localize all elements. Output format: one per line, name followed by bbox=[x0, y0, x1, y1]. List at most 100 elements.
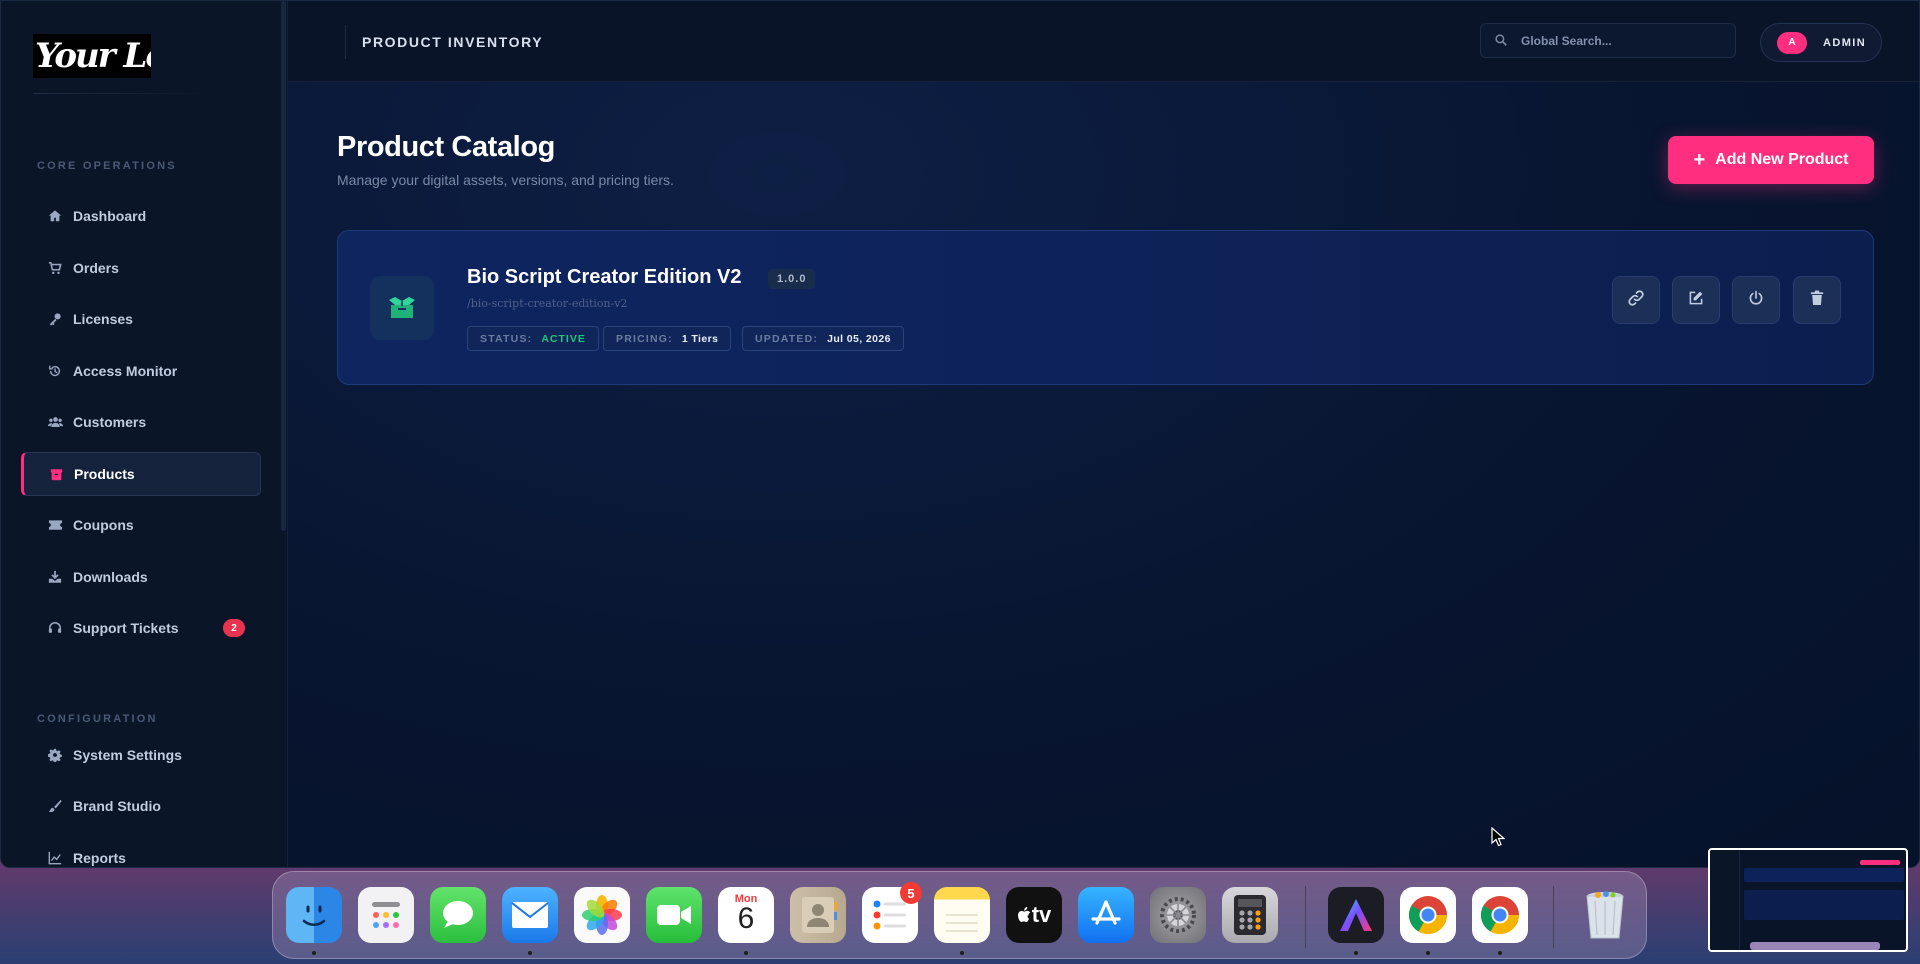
facetime-icon[interactable] bbox=[646, 887, 702, 943]
app-window: Your Logo CORE OPERATIONS Dashboard Orde… bbox=[0, 0, 1920, 868]
notes-icon[interactable] bbox=[934, 887, 990, 943]
sidebar-item-products[interactable]: Products bbox=[21, 452, 261, 496]
chart-line-icon bbox=[47, 850, 63, 866]
headset-icon bbox=[47, 620, 63, 636]
sidebar-item-brand-studio[interactable]: Brand Studio bbox=[21, 784, 261, 828]
product-name[interactable]: Bio Script Creator Edition V2 bbox=[467, 266, 741, 289]
status-badge: ACTIVE bbox=[541, 332, 586, 345]
sidebar-item-support-tickets[interactable]: Support Tickets 2 bbox=[21, 606, 261, 650]
user-name: ADMIN bbox=[1823, 36, 1867, 49]
contacts-icon[interactable] bbox=[790, 887, 846, 943]
download-icon bbox=[47, 569, 63, 585]
history-icon bbox=[47, 363, 63, 379]
gear-icon bbox=[47, 747, 63, 763]
avatar: A bbox=[1777, 31, 1807, 54]
delete-button[interactable] bbox=[1793, 276, 1841, 324]
dock-separator bbox=[1553, 886, 1554, 948]
pricing-label: PRICING: bbox=[616, 332, 673, 345]
edit-button[interactable] bbox=[1672, 276, 1720, 324]
sidebar-item-label: Products bbox=[74, 466, 135, 482]
topbar-divider bbox=[345, 25, 346, 59]
product-slug: /bio-script-creator-edition-v2 bbox=[467, 297, 628, 310]
app-store-icon[interactable] bbox=[1078, 887, 1134, 943]
brush-icon bbox=[47, 798, 63, 814]
ticket-icon bbox=[47, 517, 63, 533]
calendar-icon[interactable]: Mon 6 bbox=[718, 887, 774, 943]
section-label-core: CORE OPERATIONS bbox=[37, 160, 177, 172]
sidebar-item-label: System Settings bbox=[73, 747, 182, 763]
home-icon bbox=[47, 208, 63, 224]
status-pill: STATUS: ACTIVE bbox=[467, 326, 599, 351]
page-heading: PRODUCT INVENTORY bbox=[362, 34, 544, 50]
system-settings-icon[interactable] bbox=[1150, 887, 1206, 943]
sidebar-item-licenses[interactable]: Licenses bbox=[21, 297, 261, 341]
apple-tv-label: tv bbox=[1031, 902, 1052, 927]
reminders-icon[interactable]: 5 bbox=[862, 882, 922, 943]
trash-icon bbox=[1810, 290, 1824, 311]
global-search[interactable] bbox=[1480, 23, 1736, 58]
plus-icon: + bbox=[1693, 149, 1706, 171]
pricing-value: 1 Tiers bbox=[681, 332, 719, 345]
affinity-icon[interactable] bbox=[1328, 887, 1384, 943]
sidebar-item-label: Licenses bbox=[73, 311, 133, 327]
sidebar-item-reports[interactable]: Reports bbox=[21, 836, 261, 867]
mouse-cursor-icon bbox=[1491, 826, 1506, 852]
trash-icon[interactable] bbox=[1577, 887, 1633, 943]
support-tickets-badge: 2 bbox=[223, 619, 245, 637]
link-icon bbox=[1627, 289, 1645, 312]
finder-icon[interactable] bbox=[286, 887, 342, 943]
sidebar-item-dashboard[interactable]: Dashboard bbox=[21, 194, 261, 238]
chrome-icon[interactable] bbox=[1400, 887, 1456, 943]
logo[interactable]: Your Logo bbox=[33, 34, 151, 78]
sidebar-item-label: Access Monitor bbox=[73, 363, 178, 379]
dock-running-indicator bbox=[1354, 951, 1358, 955]
version-badge: 1.0.0 bbox=[768, 269, 816, 289]
sidebar-item-downloads[interactable]: Downloads bbox=[21, 555, 261, 599]
sidebar-item-orders[interactable]: Orders bbox=[21, 246, 261, 290]
search-input[interactable] bbox=[1521, 33, 1721, 48]
sidebar-item-label: Customers bbox=[73, 414, 147, 430]
page-title: Product Catalog bbox=[337, 131, 555, 163]
section-label-configuration: CONFIGURATION bbox=[37, 713, 158, 725]
photos-icon[interactable] bbox=[574, 887, 630, 943]
copy-link-button[interactable] bbox=[1612, 276, 1660, 324]
sidebar-item-system-settings[interactable]: System Settings bbox=[21, 733, 261, 777]
sidebar-item-customers[interactable]: Customers bbox=[21, 400, 261, 444]
apple-tv-icon[interactable]: tv bbox=[1006, 887, 1062, 943]
sidebar-item-label: Coupons bbox=[73, 517, 134, 533]
sidebar-item-label: Downloads bbox=[73, 569, 148, 585]
dock-separator bbox=[1305, 886, 1306, 948]
dock-running-indicator bbox=[528, 951, 532, 955]
key-icon bbox=[47, 311, 63, 327]
pricing-pill: PRICING: 1 Tiers bbox=[603, 326, 732, 351]
sidebar-item-access-monitor[interactable]: Access Monitor bbox=[21, 349, 261, 393]
box-icon bbox=[48, 466, 64, 482]
dock: Mon 6 5 tv bbox=[272, 871, 1647, 959]
sidebar-item-label: Orders bbox=[73, 260, 119, 276]
sidebar-scrollbar[interactable] bbox=[281, 1, 286, 531]
toggle-power-button[interactable] bbox=[1732, 276, 1780, 324]
product-box-icon bbox=[370, 276, 434, 340]
reminders-badge: 5 bbox=[900, 882, 922, 904]
dock-running-indicator bbox=[312, 951, 316, 955]
power-icon bbox=[1748, 290, 1764, 311]
main-content: PRODUCT INVENTORY A ADMIN Product Catalo… bbox=[288, 1, 1919, 867]
sidebar-item-label: Support Tickets bbox=[73, 620, 179, 636]
mail-icon[interactable] bbox=[502, 887, 558, 943]
updated-value: Jul 05, 2026 bbox=[827, 332, 891, 345]
screenshot-thumbnail[interactable] bbox=[1708, 848, 1908, 952]
chrome-icon[interactable] bbox=[1472, 887, 1528, 943]
users-icon bbox=[47, 414, 63, 430]
updated-pill: UPDATED: Jul 05, 2026 bbox=[742, 326, 904, 351]
calculator-icon[interactable] bbox=[1222, 887, 1278, 943]
sidebar-item-coupons[interactable]: Coupons bbox=[21, 503, 261, 547]
add-new-product-label: Add New Product bbox=[1715, 151, 1849, 168]
add-new-product-button[interactable]: + Add New Product bbox=[1668, 136, 1874, 184]
search-icon bbox=[1495, 33, 1509, 48]
user-menu[interactable]: A ADMIN bbox=[1760, 23, 1882, 62]
sidebar-item-label: Dashboard bbox=[73, 208, 147, 224]
dock-running-indicator bbox=[744, 951, 748, 955]
sidebar: Your Logo CORE OPERATIONS Dashboard Orde… bbox=[1, 1, 288, 867]
messages-icon[interactable] bbox=[430, 887, 486, 943]
launchpad-icon[interactable] bbox=[358, 887, 414, 943]
